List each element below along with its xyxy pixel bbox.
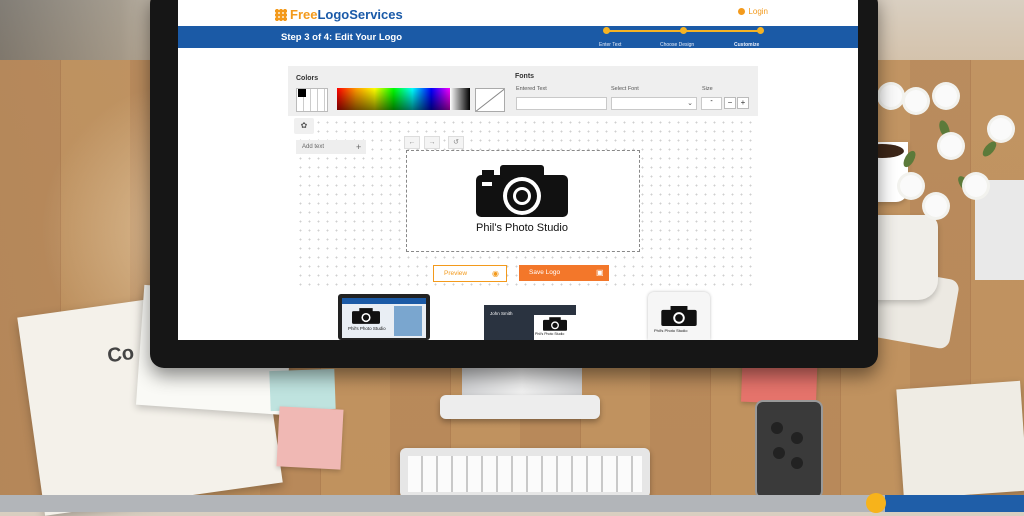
screen: Free LogoServices Login Step 3 of 4: Edi…: [178, 0, 858, 340]
footer-dot: [866, 493, 886, 513]
add-text-button[interactable]: Add text +: [296, 140, 366, 154]
step-label-customize[interactable]: Customize: [734, 42, 759, 48]
laptop-mockup-header: [342, 298, 426, 304]
plus-icon: +: [356, 142, 362, 152]
top-navbar: Free LogoServices Login: [178, 0, 858, 26]
eye-icon: ◉: [492, 269, 499, 278]
login-label: Login: [748, 7, 768, 16]
laptop-mockup-caption: Phil's Photo Studio: [348, 326, 386, 331]
progress-dot: [603, 27, 610, 34]
undo-arrow-icon[interactable]: ←: [404, 136, 420, 149]
smartphone: [755, 400, 823, 499]
page-title: Step 3 of 4: Edit Your Logo: [281, 32, 403, 43]
phone-camera-lens: [773, 447, 785, 459]
save-logo-label: Save Logo: [529, 269, 561, 276]
progress-dot: [680, 27, 687, 34]
grayscale-picker[interactable]: [450, 88, 470, 110]
chevron-down-icon: ⌄: [687, 100, 693, 107]
logo-brand-text: LogoServices: [317, 7, 403, 22]
tshirt-caption: Phil's Photo Studio: [654, 328, 688, 333]
size-input[interactable]: -: [701, 97, 722, 110]
progress-track: Enter Text Choose Design Customize: [599, 27, 764, 48]
font-select[interactable]: ⌄: [611, 97, 697, 110]
size-decrease-button[interactable]: −: [724, 97, 736, 109]
entered-text-input[interactable]: [516, 97, 607, 110]
flower: [965, 175, 987, 197]
preview-button[interactable]: Preview ◉: [433, 265, 507, 282]
save-logo-button[interactable]: Save Logo ▣: [519, 265, 609, 281]
flower: [900, 175, 922, 197]
entered-text-label: Entered Text: [516, 86, 547, 92]
logo-grid-icon: [275, 8, 287, 21]
sticky-note-pink: [276, 406, 344, 470]
business-card-front: Phil's Photo Studio: [534, 315, 576, 340]
colors-label: Colors: [296, 75, 319, 82]
flower: [880, 85, 902, 107]
flower: [925, 195, 947, 217]
phone-camera-lens: [791, 457, 803, 469]
flower: [935, 85, 957, 107]
camera-icon: [661, 306, 697, 326]
person-photo: [394, 306, 422, 336]
step-label-enter-text[interactable]: Enter Text: [599, 42, 621, 48]
palette-icon[interactable]: ✿: [294, 118, 314, 134]
no-color-swatch[interactable]: [475, 88, 505, 112]
monitor-stand-base: [440, 395, 600, 419]
sticky-note-blue: [269, 368, 336, 412]
camera-icon: [352, 308, 380, 324]
phone-camera-lens: [791, 432, 803, 444]
paper-tray: [975, 180, 1024, 280]
fonts-label: Fonts: [515, 73, 535, 80]
keyboard: [400, 448, 650, 498]
laptop-mockup: Phil's Photo Studio: [338, 294, 430, 340]
step-bar: Step 3 of 4: Edit Your Logo Enter Text C…: [178, 26, 858, 48]
selected-color-swatch[interactable]: [298, 89, 306, 97]
flower: [990, 118, 1012, 140]
camera-icon: [543, 317, 567, 331]
size-increase-button[interactable]: +: [737, 97, 749, 109]
user-icon: [738, 8, 746, 15]
laptop-mockup-screen: Phil's Photo Studio: [342, 298, 426, 338]
select-font-label: Select Font: [611, 86, 639, 92]
phone-camera-lens: [771, 422, 783, 434]
flower: [940, 135, 962, 157]
card-name: John Smith: [490, 311, 513, 316]
login-link[interactable]: Login: [738, 7, 768, 16]
preview-label: Preview: [444, 270, 468, 277]
reset-icon[interactable]: ↺: [448, 136, 464, 149]
keyboard-keys: [408, 456, 642, 492]
camera-icon: [476, 165, 568, 217]
step-label-choose-design[interactable]: Choose Design: [660, 42, 694, 48]
logo-text: Phil's Photo Studio: [476, 222, 568, 234]
footer-accent: [885, 495, 1024, 512]
flower: [905, 90, 927, 112]
size-label: Size: [702, 86, 713, 92]
redo-arrow-icon[interactable]: →: [424, 136, 440, 149]
card-caption: Phil's Photo Studio: [535, 332, 565, 336]
site-logo[interactable]: Free LogoServices: [275, 7, 403, 22]
logo-free-text: Free: [290, 7, 318, 22]
add-text-label: Add text: [302, 144, 325, 150]
progress-dot: [757, 27, 764, 34]
paper-heading: Co: [105, 341, 136, 368]
notebook: [896, 380, 1024, 500]
tshirt-mockup: Phil's Photo Studio: [648, 292, 710, 340]
save-icon: ▣: [596, 268, 604, 277]
